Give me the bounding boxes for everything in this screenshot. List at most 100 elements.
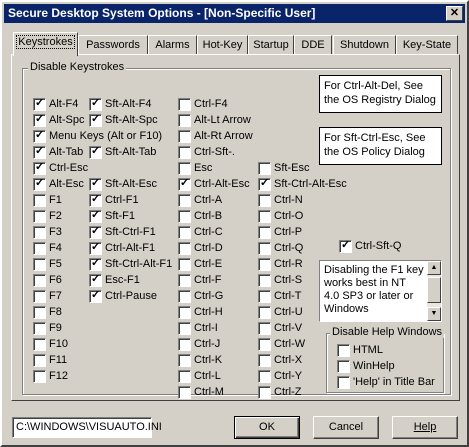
checkbox-box[interactable] <box>33 306 46 319</box>
tab-key-state[interactable]: Key-State <box>396 35 458 55</box>
tab-shutdown[interactable]: Shutdown <box>333 35 396 55</box>
checkbox-box[interactable] <box>33 274 46 287</box>
checkbox-label: Alt-F4 <box>49 98 79 110</box>
checkbox-box[interactable]: ✓ <box>339 239 352 253</box>
checkbox-box[interactable] <box>33 370 46 383</box>
checkbox-box[interactable] <box>178 386 191 399</box>
checkbox-box[interactable] <box>178 162 191 175</box>
cancel-button[interactable]: Cancel <box>313 416 379 439</box>
checkbox-box[interactable]: ✓ <box>33 97 46 111</box>
checkbox-box[interactable] <box>258 274 271 287</box>
checkbox-box[interactable]: ✓ <box>89 273 102 287</box>
checkbox-box[interactable] <box>178 146 191 159</box>
help-button[interactable]: Help <box>392 416 458 439</box>
check-icon: ✓ <box>91 177 101 189</box>
checkbox-box[interactable] <box>258 226 271 239</box>
checkbox-box[interactable] <box>178 114 191 127</box>
tab-keystrokes[interactable]: Keystrokes <box>13 32 78 56</box>
checkbox-box[interactable]: ✓ <box>89 193 102 207</box>
checkbox-box[interactable] <box>178 226 191 239</box>
checkbox-box[interactable]: ✓ <box>33 129 46 143</box>
scroll-thumb[interactable] <box>427 277 441 303</box>
tab-startup[interactable]: Startup <box>248 35 294 55</box>
check-icon: ✓ <box>91 209 101 221</box>
checkbox-box[interactable] <box>258 322 271 335</box>
checkbox-box[interactable] <box>33 194 46 207</box>
tab-hot-key[interactable]: Hot-Key <box>197 35 248 55</box>
scroll-down-icon[interactable]: ▼ <box>427 307 441 321</box>
checkbox-box[interactable] <box>258 194 271 207</box>
checkbox-box[interactable]: ✓ <box>33 113 46 127</box>
tab-dde[interactable]: DDE <box>294 35 332 55</box>
check-icon: ✓ <box>91 97 101 109</box>
checkbox-box[interactable] <box>258 290 271 303</box>
checkbox-label: Sft-Ctrl-Alt-F1 <box>105 258 173 270</box>
checkbox-box[interactable]: ✓ <box>89 225 102 239</box>
checkbox-label: Ctrl-D <box>194 242 223 254</box>
checkbox-box[interactable] <box>258 386 271 399</box>
checkbox-box[interactable] <box>178 242 191 255</box>
checkbox-box[interactable] <box>178 194 191 207</box>
checkbox-box[interactable] <box>178 290 191 303</box>
ok-button[interactable]: OK <box>234 416 300 439</box>
scroll-up-icon[interactable]: ▲ <box>427 261 441 275</box>
checkbox-box[interactable]: ✓ <box>89 177 102 191</box>
checkbox-box[interactable] <box>33 290 46 303</box>
checkbox-box[interactable] <box>258 258 271 271</box>
title-bar[interactable]: Secure Desktop System Options - [Non-Spe… <box>4 4 465 23</box>
checkbox-box[interactable] <box>33 338 46 351</box>
checkbox-box[interactable]: ✓ <box>89 289 102 303</box>
checkbox-box[interactable] <box>178 354 191 367</box>
checkbox-box[interactable]: ✓ <box>89 209 102 223</box>
checkbox-box[interactable] <box>258 162 271 175</box>
checkbox-box[interactable] <box>178 370 191 383</box>
checkbox-box[interactable]: ✓ <box>33 177 46 191</box>
tab-passwords[interactable]: Passwords <box>78 35 148 55</box>
checkbox-box[interactable]: ✓ <box>33 161 46 175</box>
checkbox-box[interactable] <box>178 322 191 335</box>
checkbox-box[interactable]: ✓ <box>89 113 102 127</box>
checkbox-box[interactable]: ✓ <box>89 145 102 159</box>
checkbox-label: Ctrl-B <box>194 210 223 222</box>
checkbox-box[interactable] <box>258 370 271 383</box>
check-icon: ✓ <box>260 177 270 189</box>
checkbox-box[interactable]: ✓ <box>89 241 102 255</box>
help-label: Help <box>413 421 437 433</box>
checkbox-box[interactable]: ✓ <box>89 257 102 271</box>
checkbox-box[interactable] <box>33 322 46 335</box>
checkbox-box[interactable] <box>178 274 191 287</box>
checkbox-box[interactable] <box>178 130 191 143</box>
checkbox-box[interactable] <box>258 242 271 255</box>
close-button[interactable]: ✕ <box>446 6 463 21</box>
checkbox-box[interactable] <box>33 354 46 367</box>
checkbox-box[interactable] <box>178 210 191 223</box>
checkbox-box[interactable] <box>178 306 191 319</box>
checkbox-label: Ctrl-Pause <box>105 290 157 302</box>
check-icon: ✓ <box>91 225 101 237</box>
tab-alarms[interactable]: Alarms <box>148 35 197 55</box>
checkbox-box[interactable]: ✓ <box>258 177 271 191</box>
checkbox-box[interactable] <box>258 338 271 351</box>
checkbox-box[interactable] <box>33 210 46 223</box>
checkbox-box[interactable]: ✓ <box>33 145 46 159</box>
checkbox-label: F12 <box>49 370 68 382</box>
checkbox-box[interactable] <box>33 226 46 239</box>
checkbox-label: Ctrl-Q <box>274 242 304 254</box>
checkbox-box[interactable]: ✓ <box>178 177 191 191</box>
f1-note-text: Disabling the F1 key works best in NT 4.… <box>324 264 424 315</box>
checkbox-box[interactable] <box>258 306 271 319</box>
checkbox-box[interactable] <box>33 242 46 255</box>
checkbox-box[interactable]: ✓ <box>89 97 102 111</box>
checkbox-label: Ctrl-R <box>274 258 303 270</box>
checkbox-label: F1 <box>49 194 62 206</box>
checkbox-box[interactable] <box>178 258 191 271</box>
check-icon: ✓ <box>35 177 45 189</box>
checkbox-box[interactable] <box>178 98 191 111</box>
check-icon: ✓ <box>35 113 45 125</box>
checkbox-box[interactable] <box>258 354 271 367</box>
ini-path-field[interactable]: C:\WINDOWS\VISUAUTO.INI <box>12 417 162 438</box>
scrollbar[interactable]: ▲ ▼ <box>427 261 441 321</box>
checkbox-box[interactable] <box>258 210 271 223</box>
checkbox-box[interactable] <box>33 258 46 271</box>
checkbox-box[interactable] <box>178 338 191 351</box>
